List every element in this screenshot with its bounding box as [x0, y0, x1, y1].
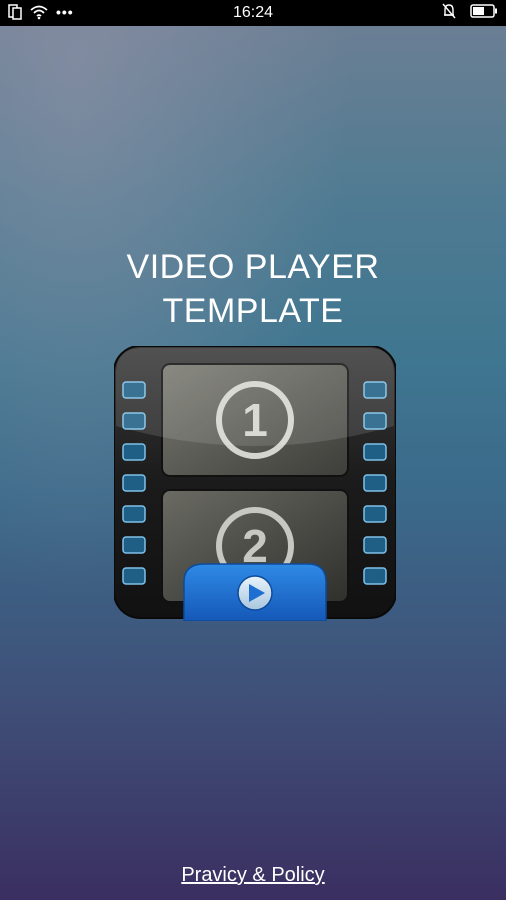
film-strip-icon[interactable]: 1 2: [114, 346, 396, 621]
app-title-line2: TEMPLATE: [162, 292, 344, 330]
app-title-line1: VIDEO PLAYER: [126, 248, 380, 286]
status-bar: ••• 16:24: [0, 0, 506, 26]
privacy-policy-link[interactable]: Pravicy & Policy: [0, 864, 506, 887]
notifications-off-icon: [442, 3, 456, 23]
status-time: 16:24: [232, 4, 274, 21]
app-title: VIDEO PLAYER TEMPLATE: [0, 245, 506, 333]
battery-icon: [470, 4, 498, 22]
